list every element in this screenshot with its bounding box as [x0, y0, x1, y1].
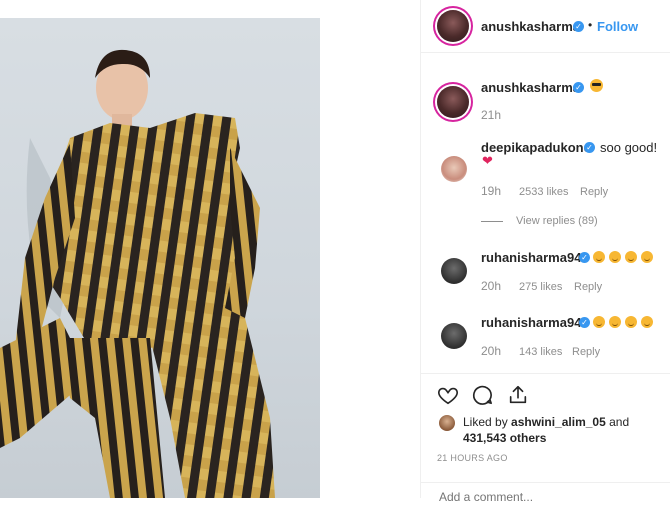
kiss-emoji-icon — [625, 251, 637, 263]
kiss-emoji-icon — [641, 316, 653, 328]
kiss-emoji-icon — [609, 316, 621, 328]
comment-likes[interactable]: 143 likes — [519, 346, 562, 358]
share-icon[interactable] — [507, 384, 529, 411]
comment-likes[interactable]: 275 likes — [519, 281, 562, 293]
add-comment-bar — [421, 482, 670, 505]
verified-badge-icon: ✓ — [579, 317, 590, 328]
view-replies-button[interactable]: View replies (89) — [516, 215, 598, 227]
likes-count[interactable]: 431,543 others — [463, 431, 546, 445]
kiss-emoji-icon — [593, 316, 605, 328]
kiss-emoji-icon — [609, 251, 621, 263]
comment-time[interactable]: 20h — [481, 344, 501, 358]
view-replies-line — [481, 221, 503, 222]
liked-by-and: and — [609, 415, 630, 429]
kiss-emoji-icon — [593, 251, 605, 263]
liked-by-summary: Liked by ashwini_alim_05 and 431,543 oth… — [463, 414, 663, 446]
red-heart-emoji-icon: ❤ — [482, 153, 493, 168]
comments-list: anushkasharma ✓ 21h deepikapadukone ✓ so… — [421, 53, 670, 373]
kiss-emoji-icon — [641, 251, 653, 263]
comment-username[interactable]: anushkasharma — [481, 80, 580, 95]
post-photo-illustration — [0, 49, 275, 498]
post-timestamp[interactable]: 21 HOURS AGO — [437, 453, 508, 463]
liked-by-prefix: Liked by — [463, 415, 508, 429]
comment-time[interactable]: 19h — [481, 184, 501, 198]
verified-badge-icon: ✓ — [573, 21, 584, 32]
post-photo[interactable] — [0, 18, 320, 498]
separator-dot: • — [588, 18, 593, 32]
kiss-emoji-icon — [625, 316, 637, 328]
reply-button[interactable]: Reply — [574, 281, 602, 293]
follow-button[interactable]: Follow — [597, 19, 638, 34]
reply-button[interactable]: Reply — [580, 186, 608, 198]
comment-time[interactable]: 20h — [481, 279, 501, 293]
comment-avatar[interactable] — [441, 156, 467, 182]
comment-username[interactable]: deepikapadukone — [481, 140, 591, 155]
post-image-pane — [0, 0, 420, 498]
post-side-panel: anushkasharma ✓ • Follow anushkasharma ✓… — [420, 0, 670, 505]
post-header: anushkasharma ✓ • Follow — [421, 0, 670, 53]
author-username[interactable]: anushkasharma — [481, 19, 580, 34]
comment-likes[interactable]: 2533 likes — [519, 186, 569, 198]
reply-button[interactable]: Reply — [572, 346, 600, 358]
comment-username[interactable]: ruhanisharma94 — [481, 250, 581, 265]
author-avatar[interactable] — [437, 10, 469, 42]
comment-icon[interactable] — [471, 384, 493, 411]
comment-time[interactable]: 21h — [481, 108, 501, 122]
liked-by-user[interactable]: ashwini_alim_05 — [511, 415, 606, 429]
comment-avatar[interactable] — [441, 258, 467, 284]
add-comment-input[interactable] — [437, 489, 641, 505]
heart-icon[interactable] — [437, 384, 459, 411]
sunglasses-emoji-icon — [590, 79, 603, 92]
comment-avatar[interactable] — [441, 323, 467, 349]
verified-badge-icon: ✓ — [584, 142, 595, 153]
post-actions-section: Liked by ashwini_alim_05 and 431,543 oth… — [421, 373, 670, 499]
comment-username[interactable]: ruhanisharma94 — [481, 315, 581, 330]
comment-avatar[interactable] — [437, 86, 469, 118]
liker-avatar[interactable] — [439, 415, 455, 431]
verified-badge-icon: ✓ — [573, 82, 584, 93]
comment-text: soo good! — [600, 140, 658, 155]
verified-badge-icon: ✓ — [579, 252, 590, 263]
